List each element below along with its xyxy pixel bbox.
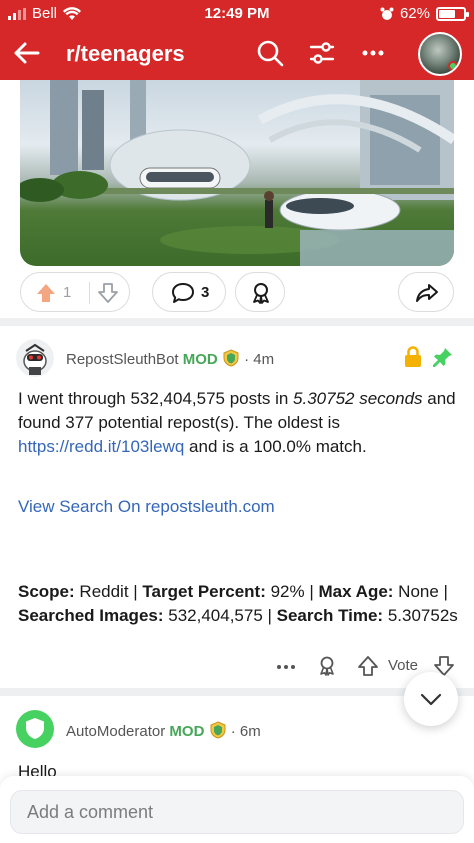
share-button[interactable] (398, 272, 454, 312)
searched-images-value: 532,404,575 | (163, 606, 277, 625)
comment-paragraph-3: Scope: Reddit | Target Percent: 92% | Ma… (18, 580, 458, 628)
upvote-icon[interactable] (35, 282, 57, 304)
upvote-icon[interactable] (356, 654, 380, 678)
award-button[interactable] (235, 272, 285, 312)
section-divider (0, 318, 474, 326)
back-arrow-icon[interactable] (12, 38, 42, 68)
downvote-icon[interactable] (97, 282, 119, 304)
mod-badge: MOD (169, 723, 205, 740)
comment-meta: AutoModerator MOD · 6m (66, 721, 261, 740)
vote-divider (89, 282, 90, 304)
page-title: r/teenagers (66, 41, 185, 66)
user-avatar[interactable] (418, 32, 462, 76)
award-icon (253, 283, 269, 304)
chevron-down-icon (420, 693, 442, 706)
max-age-value: None | (393, 582, 448, 601)
section-divider (0, 688, 474, 696)
futuristic-city-image (20, 80, 454, 266)
alarm-icon (380, 7, 394, 20)
comment-avatar[interactable] (16, 339, 54, 377)
oldest-post-link[interactable]: https://redd.it/103lewq (18, 437, 184, 456)
status-bar: Bell 12:49 PM 62% (0, 0, 474, 28)
collapse-thread-button[interactable] (404, 672, 458, 726)
battery-icon (436, 6, 469, 21)
lock-icon (405, 346, 421, 367)
award-icon[interactable] (315, 654, 339, 678)
comment-time: 6m (239, 723, 261, 740)
comment-paragraph-2: View Search On repostsleuth.com (18, 495, 458, 519)
share-icon (416, 284, 438, 302)
online-status-dot (448, 61, 458, 71)
comment-time: 4m (253, 351, 275, 368)
comment-text: and is a 100.0% match. (184, 437, 367, 456)
pin-icon (433, 348, 452, 367)
comment-text: I went through 532,404,575 posts in (18, 389, 294, 408)
mod-badge: MOD (182, 351, 218, 368)
max-age-label: Max Age: (318, 582, 394, 601)
more-options-icon[interactable] (358, 38, 388, 68)
target-label: Target Percent: (142, 582, 266, 601)
search-time-value: 5.30752s (383, 606, 458, 625)
robot-avatar-icon (16, 339, 54, 377)
view-search-link[interactable]: View Search On repostsleuth.com (18, 497, 275, 516)
comments-button[interactable]: 3 (152, 272, 226, 312)
vote-pill: 1 (20, 272, 130, 312)
searched-images-label: Searched Images: (18, 606, 164, 625)
scope-label: Scope: (18, 582, 75, 601)
comment-bubble-icon (172, 283, 194, 303)
upvote-count: 1 (63, 284, 72, 301)
target-value: 92% | (265, 582, 319, 601)
comment-body: I went through 532,404,575 posts in 5.30… (18, 387, 458, 459)
battery-percent: 62% (399, 5, 430, 22)
search-icon[interactable] (255, 38, 285, 68)
scope-value: Reddit | (74, 582, 143, 601)
vote-label: Vote (388, 657, 419, 674)
more-options-icon[interactable] (274, 654, 298, 678)
comment-count: 3 (201, 284, 210, 301)
post-image[interactable] (20, 80, 454, 266)
add-comment-input[interactable] (10, 790, 464, 834)
comment-username[interactable]: AutoModerator (66, 723, 165, 740)
comment-username[interactable]: RepostSleuthBot (66, 351, 179, 368)
post-action-bar: 1 3 (20, 272, 454, 312)
mod-shield-icon (210, 721, 226, 739)
search-time-label: Search Time: (276, 606, 384, 625)
subreddit-header: r/teenagers (0, 28, 474, 80)
comment-input-bar (0, 776, 474, 843)
comment-text-italic: 5.30752 seconds (293, 389, 423, 408)
filter-icon[interactable] (307, 38, 337, 68)
shield-avatar-icon (26, 718, 44, 739)
mod-shield-icon (223, 349, 239, 367)
top-bar: Bell 12:49 PM 62% r/teenagers (0, 0, 474, 80)
comment-avatar[interactable] (16, 710, 54, 748)
comment-meta: RepostSleuthBot MOD · 4m (66, 349, 275, 368)
